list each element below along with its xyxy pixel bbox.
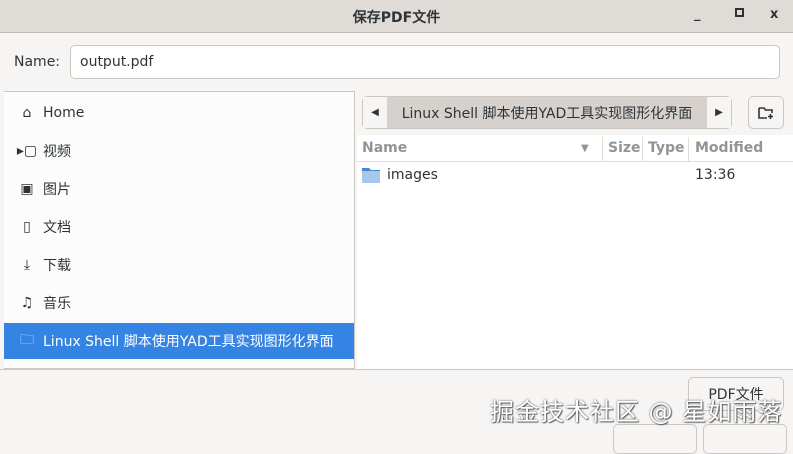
new-folder-button[interactable]	[748, 96, 784, 129]
music-icon: ♫	[20, 295, 34, 311]
path-segment[interactable]: Linux Shell 脚本使用YAD工具实现图形化界面	[387, 97, 707, 128]
sidebar-item-label: 图片	[43, 182, 71, 198]
title-bar: 保存PDF文件 _ x	[0, 0, 793, 33]
sidebar-item-documents[interactable]: ▯ 文档	[4, 209, 354, 245]
sidebar-item-label: 文档	[43, 220, 71, 236]
home-icon: ⌂	[22, 105, 32, 121]
folder-icon: 🗀	[20, 332, 34, 348]
file-row[interactable]: images 13:36	[357, 163, 793, 187]
name-label: Name:	[14, 54, 61, 70]
sidebar-item-label: 视频	[43, 144, 71, 160]
file-list-header: Name ▼ Size Type Modified	[357, 135, 793, 162]
save-button[interactable]	[703, 424, 787, 454]
new-folder-icon	[758, 106, 773, 119]
sidebar-item-current-folder[interactable]: 🗀 Linux Shell 脚本使用YAD工具实现图形化界面	[4, 323, 354, 359]
sidebar-item-label: 音乐	[43, 296, 71, 312]
divider	[0, 369, 793, 370]
file-list: Name ▼ Size Type Modified images 13:36	[357, 135, 793, 369]
path-bar: ◀ Linux Shell 脚本使用YAD工具实现图形化界面 ▶	[362, 96, 732, 129]
sidebar-item-label: 下载	[43, 258, 71, 274]
folder-icon	[362, 168, 380, 183]
triangle-right-icon: ▶	[715, 107, 723, 118]
sidebar-item-downloads[interactable]: ⤓ 下载	[4, 247, 354, 283]
download-icon: ⤓	[23, 257, 31, 273]
filename-input[interactable]: output.pdf	[70, 45, 780, 79]
sidebar-item-videos[interactable]: ▸▢ 视频	[4, 133, 354, 169]
path-back-button[interactable]: ◀	[363, 97, 387, 128]
document-icon: ▯	[23, 219, 31, 235]
column-modified[interactable]: Modified	[695, 140, 763, 156]
cancel-button[interactable]	[613, 424, 697, 454]
watermark: 掘金技术社区 @ 星如雨落	[490, 398, 783, 426]
sidebar-item-label: Linux Shell 脚本使用YAD工具实现图形化界面	[43, 334, 334, 350]
maximize-button[interactable]	[735, 8, 744, 17]
sidebar-item-pictures[interactable]: ▣ 图片	[4, 171, 354, 207]
column-name[interactable]: Name	[362, 140, 407, 156]
video-icon: ▸▢	[16, 143, 38, 159]
file-modified: 13:36	[695, 167, 736, 183]
close-button[interactable]: x	[770, 7, 778, 22]
sidebar-item-label: Home	[43, 105, 85, 121]
triangle-left-icon: ◀	[371, 107, 379, 118]
places-sidebar: ⌂ Home ▸▢ 视频 ▣ 图片 ▯ 文档 ⤓ 下载 ♫ 音乐 🗀 Linux Shell …	[4, 91, 355, 369]
path-forward-button[interactable]: ▶	[707, 97, 731, 128]
column-size[interactable]: Size	[608, 140, 641, 156]
image-icon: ▣	[20, 181, 34, 197]
sidebar-item-home[interactable]: ⌂ Home	[4, 95, 354, 131]
column-type[interactable]: Type	[648, 140, 685, 156]
file-name: images	[387, 167, 438, 183]
minimize-button[interactable]: _	[694, 7, 701, 22]
window-title: 保存PDF文件	[352, 10, 441, 26]
sort-desc-icon: ▼	[581, 143, 589, 154]
sidebar-item-music[interactable]: ♫ 音乐	[4, 285, 354, 321]
